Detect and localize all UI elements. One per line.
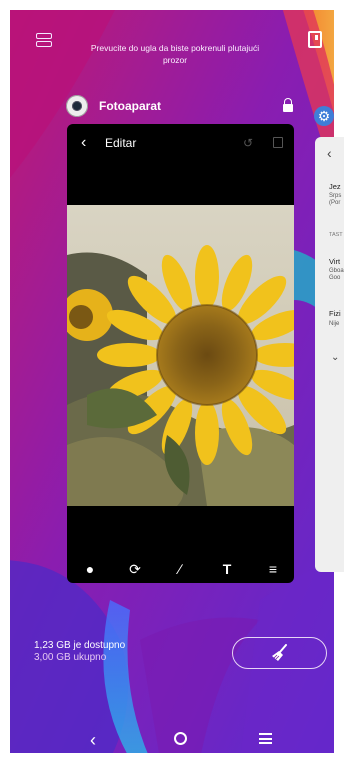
hint-line-2: prozor [162, 55, 188, 65]
nav-back-icon[interactable]: ‹ [90, 731, 96, 749]
filters-icon[interactable]: ● [80, 560, 100, 578]
screen-frame-left [0, 0, 10, 759]
app-name: Fotoaparat [99, 99, 162, 113]
screen-frame-top [0, 0, 344, 10]
crop-rotate-icon[interactable]: ⟳ [125, 560, 145, 578]
unlock-icon[interactable] [283, 98, 293, 112]
editor-toolbar: ● ⟳ ∕ T ≡ [67, 560, 294, 580]
gear-icon: ⚙ [317, 108, 331, 124]
floating-window-icon[interactable] [308, 31, 322, 48]
side-line: TAST [329, 232, 343, 238]
editor-header: ‹ Editar ↺ [67, 124, 294, 162]
chevron-down-icon: ⌄ [331, 352, 340, 363]
side-back-arrow-icon: ‹ [327, 145, 332, 161]
broom-icon [271, 644, 287, 661]
sunflower-photo [67, 205, 294, 506]
memory-available: 1,23 GB je dostupno [34, 640, 126, 651]
brush-icon[interactable]: ∕ [170, 560, 190, 578]
save-icon[interactable] [273, 137, 283, 148]
side-line: Virt [329, 257, 341, 266]
settings-app-icon[interactable]: ⚙ [314, 106, 334, 126]
floating-window-hint: Prevucite do ugla da biste pokrenuli plu… [70, 42, 280, 66]
editor-title: Editar [105, 136, 137, 150]
camera-app-icon [66, 95, 88, 117]
recent-app-card[interactable]: ‹ Editar ↺ ● ⟳ ∕ T ≡ [67, 124, 294, 583]
undo-icon[interactable]: ↺ [243, 136, 253, 150]
side-line: Gboa [329, 268, 344, 274]
text-icon[interactable]: T [217, 560, 237, 578]
side-line: Nije [329, 321, 340, 327]
back-arrow-icon[interactable]: ‹ [81, 135, 86, 151]
hint-line-1: Prevucite do ugla da biste pokrenuli plu… [90, 43, 260, 53]
nav-home-icon[interactable] [174, 732, 187, 745]
adjust-icon[interactable]: ≡ [263, 560, 283, 578]
settings-recent-card[interactable]: ‹ Jez Srps (Por TAST Virt Gboa Goo Fizi … [315, 137, 344, 572]
side-line: Jez [329, 182, 341, 191]
screen-frame-bottom [0, 753, 344, 759]
memory-total: 3,00 GB ukupno [34, 652, 107, 663]
side-line: (Por [329, 200, 341, 206]
nav-recents-icon[interactable] [259, 733, 272, 744]
split-screen-icon[interactable] [36, 33, 52, 49]
side-line: Goo [329, 275, 341, 281]
side-line: Fizi [329, 309, 341, 318]
clear-all-button[interactable] [232, 637, 327, 669]
recent-app-header[interactable]: Fotoaparat [66, 94, 161, 118]
side-line: Srps [329, 193, 342, 199]
